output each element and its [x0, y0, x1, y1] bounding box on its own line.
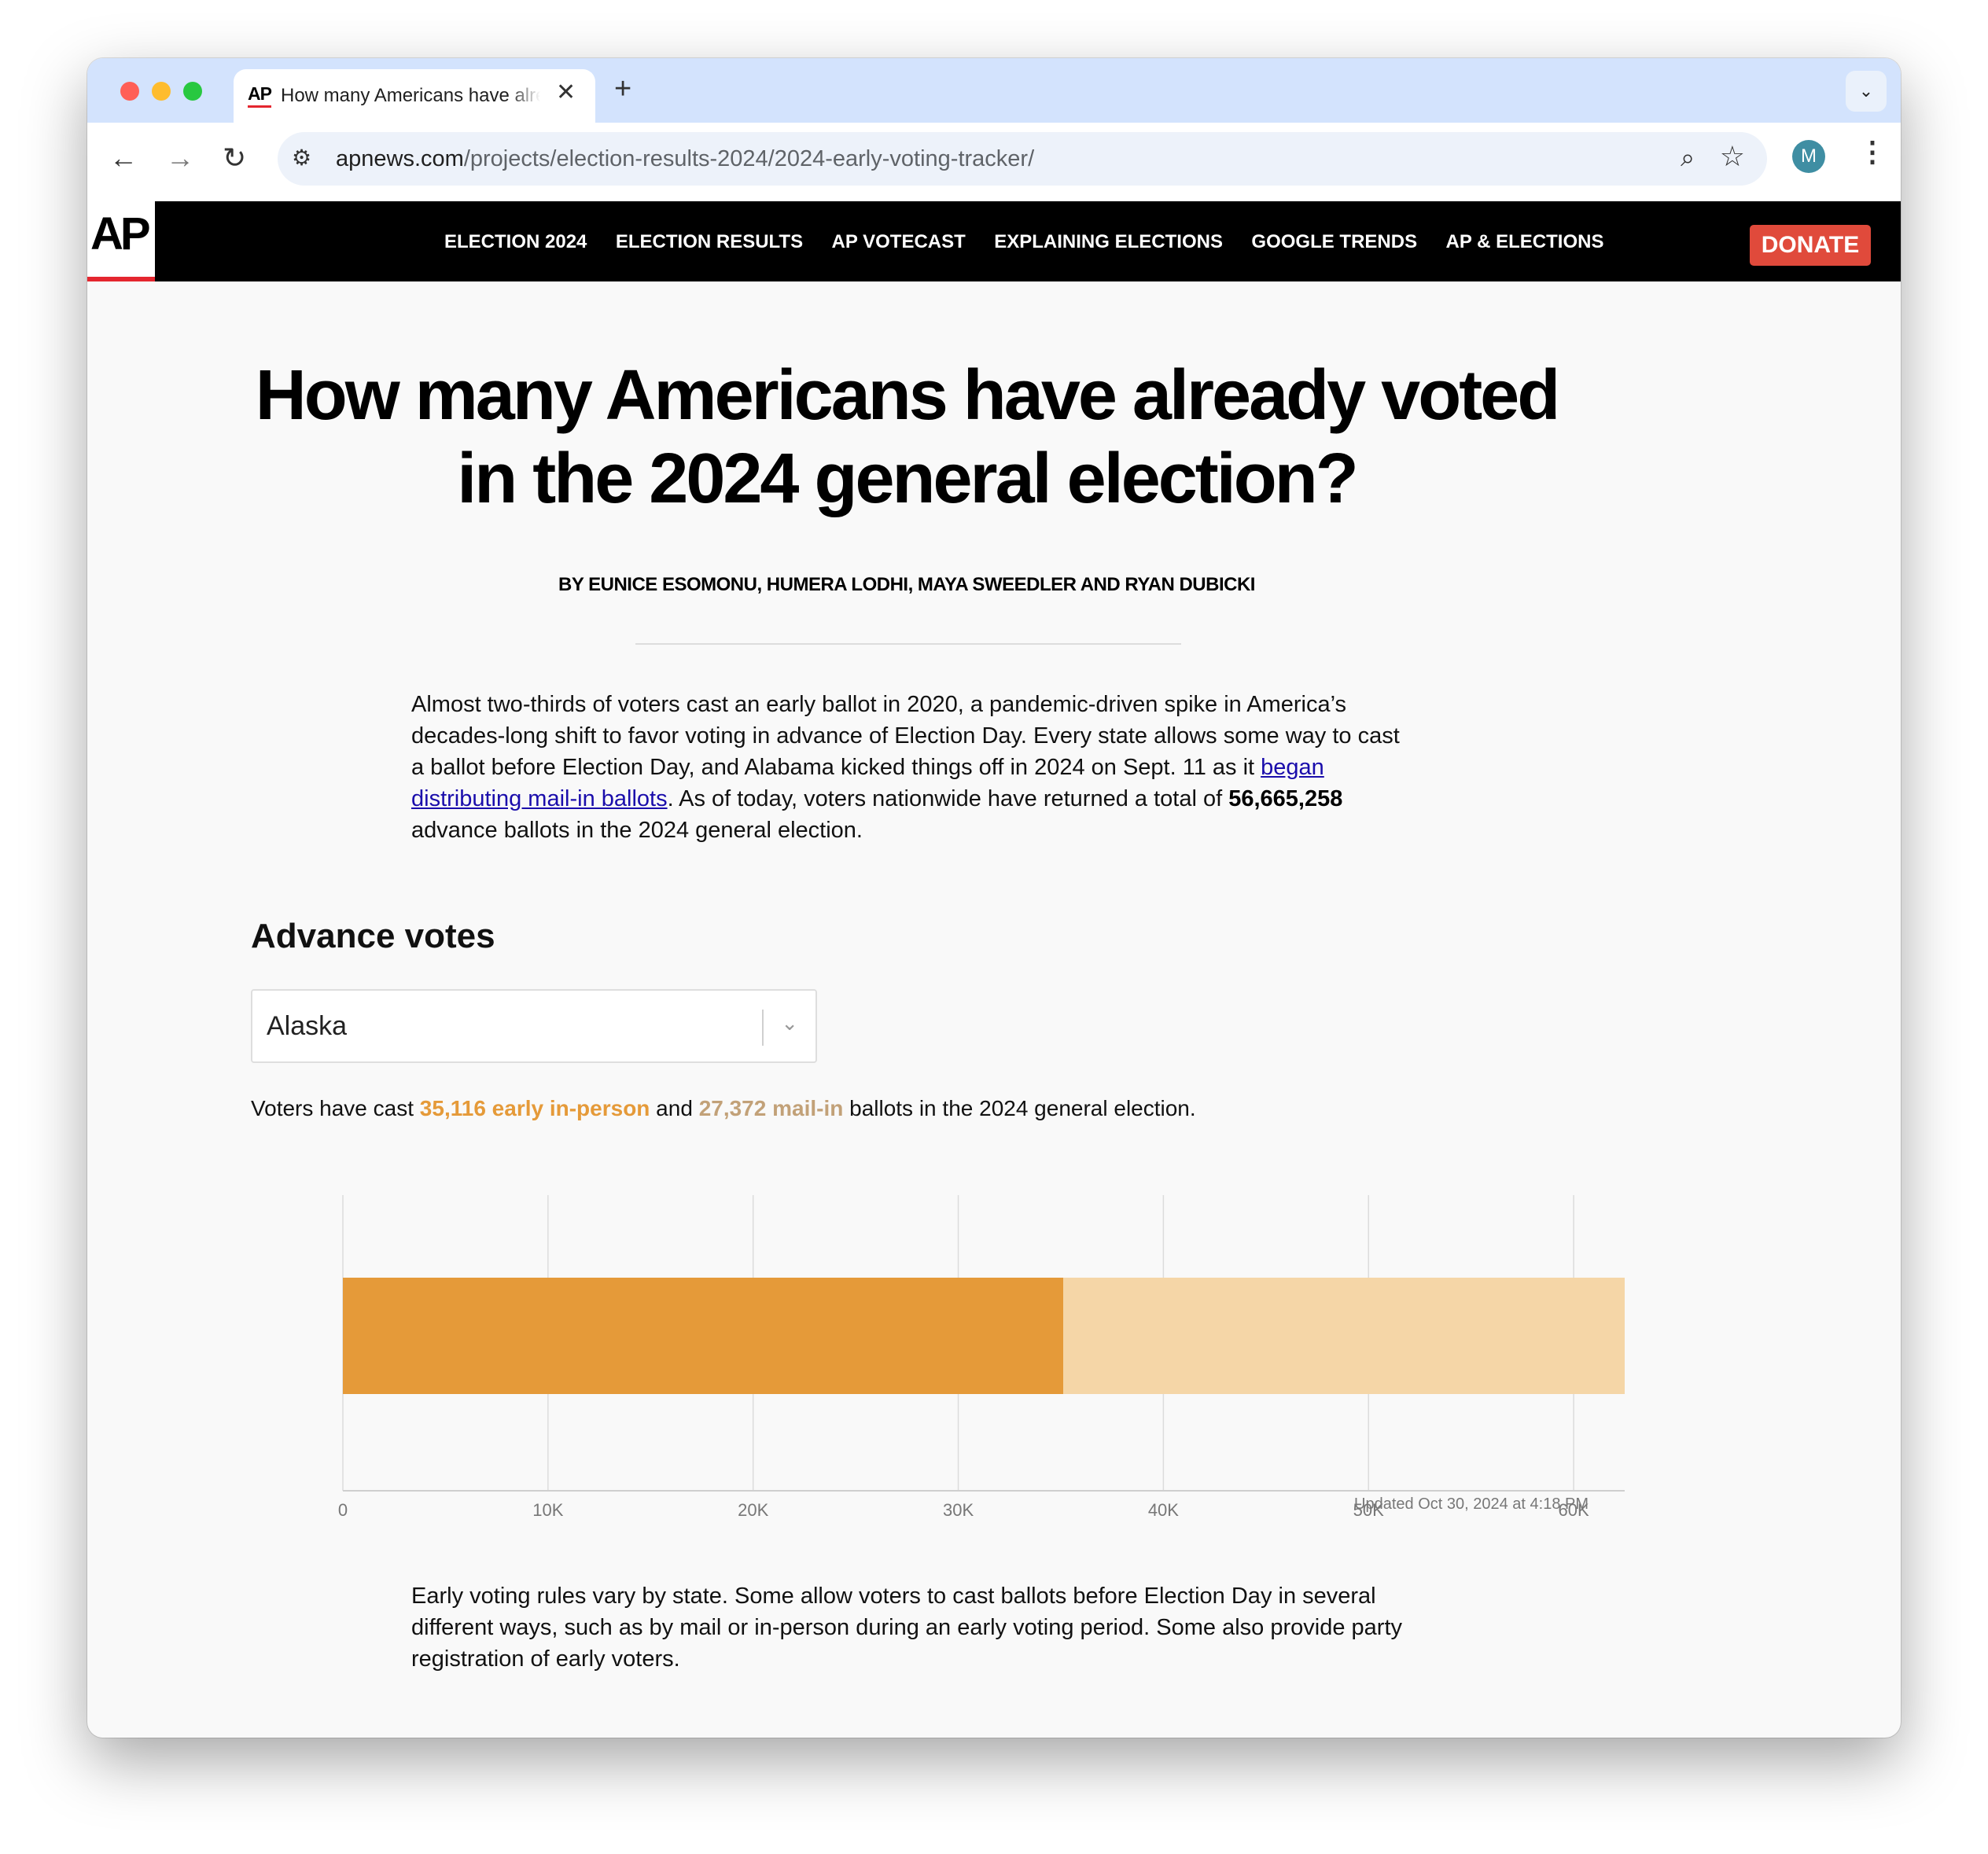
summary-suffix: ballots in the 2024 general election.: [843, 1096, 1196, 1120]
url-text[interactable]: apnews.com/projects/election-results-202…: [336, 146, 1034, 172]
back-arrow-icon[interactable]: ←: [109, 142, 138, 175]
summary-mid: and: [650, 1096, 699, 1120]
tab-search-chevron-icon[interactable]: ⌄: [1846, 71, 1887, 112]
x-tick-label: 0: [338, 1500, 348, 1520]
zoom-icon[interactable]: ⌕: [1681, 143, 1695, 173]
x-tick-label: 20K: [738, 1500, 768, 1520]
nav-links: ELECTION 2024 ELECTION RESULTS AP VOTECA…: [444, 231, 1629, 253]
browser-tab[interactable]: AP How many Americans have already voted…: [234, 69, 595, 123]
tab-strip: AP How many Americans have already voted…: [87, 58, 1901, 123]
url-host: apnews.com: [336, 146, 464, 171]
nav-link-election-2024[interactable]: ELECTION 2024: [444, 231, 587, 253]
maximize-window-button[interactable]: [183, 82, 202, 101]
close-tab-icon[interactable]: ✕: [556, 79, 576, 106]
close-window-button[interactable]: [120, 82, 139, 101]
nav-link-ap-elections[interactable]: AP & ELECTIONS: [1446, 231, 1604, 253]
ballot-summary: Voters have cast 35,116 early in-person …: [251, 1096, 1196, 1121]
summary-inperson: 35,116 early in-person: [419, 1096, 650, 1120]
bar-early-in-person[interactable]: [343, 1278, 1064, 1394]
intro-paragraph: Almost two-thirds of voters cast an earl…: [411, 689, 1402, 846]
profile-avatar[interactable]: M: [1792, 140, 1825, 173]
nav-link-election-results[interactable]: ELECTION RESULTS: [616, 231, 803, 253]
intro-text-3: advance ballots in the 2024 general elec…: [411, 818, 863, 843]
summary-mail: 27,372 mail-in: [698, 1096, 844, 1120]
bar-mail-in[interactable]: [1063, 1278, 1625, 1394]
total-ballots: 56,665,258: [1228, 786, 1343, 811]
browser-toolbar: ← → ↻ ⚙ apnews.com/projects/election-res…: [87, 123, 1901, 203]
url-path: /projects/election-results-2024/2024-ear…: [463, 146, 1035, 171]
donate-button[interactable]: DONATE: [1750, 225, 1871, 266]
site-navigation: AP ELECTION 2024 ELECTION RESULTS AP VOT…: [87, 201, 1901, 281]
address-bar[interactable]: ⚙ apnews.com/projects/election-results-2…: [278, 132, 1767, 186]
summary-prefix: Voters have cast: [251, 1096, 420, 1120]
ap-logo-text: AP: [90, 208, 151, 259]
byline: BY EUNICE ESOMONU, HUMERA LODHI, MAYA SW…: [558, 574, 1255, 595]
more-menu-icon[interactable]: ⋮: [1858, 135, 1887, 168]
bookmark-star-icon[interactable]: ☆: [1720, 140, 1745, 173]
divider: [635, 643, 1181, 645]
tab-title: How many Americans have already voted in…: [281, 85, 540, 106]
state-dropdown[interactable]: Alaska ⌄: [251, 989, 817, 1063]
outro-paragraph: Early voting rules vary by state. Some a…: [411, 1584, 1402, 1672]
chevron-down-icon[interactable]: ⌄: [781, 1011, 798, 1036]
forward-arrow-icon[interactable]: →: [166, 142, 194, 175]
new-tab-button[interactable]: +: [614, 72, 631, 106]
state-dropdown-value: Alaska: [267, 1011, 348, 1041]
updated-timestamp: Updated Oct 30, 2024 at 4:18 PM: [1354, 1495, 1589, 1513]
ap-logo[interactable]: AP: [87, 201, 155, 281]
dropdown-separator: [762, 1010, 764, 1046]
intro-text-2: . As of today, voters nationwide have re…: [667, 786, 1229, 811]
intro-text: Almost two-thirds of voters cast an earl…: [411, 692, 1400, 780]
minimize-window-button[interactable]: [152, 82, 171, 101]
ap-favicon-icon: AP: [248, 83, 272, 108]
x-tick-label: 10K: [532, 1500, 563, 1520]
site-info-icon[interactable]: ⚙: [292, 145, 311, 171]
reload-icon[interactable]: ↻: [223, 142, 246, 175]
x-tick-label: 30K: [943, 1500, 974, 1520]
nav-link-explaining-elections[interactable]: EXPLAINING ELECTIONS: [994, 231, 1223, 253]
advance-votes-chart: 0 10K 20K 30K 40K 50K 60K: [338, 1195, 1625, 1520]
nav-link-google-trends[interactable]: GOOGLE TRENDS: [1251, 231, 1417, 253]
nav-link-ap-votecast[interactable]: AP VOTECAST: [832, 231, 966, 253]
page-title: How many Americans have already voted in…: [255, 356, 1560, 518]
x-tick-label: 40K: [1148, 1500, 1179, 1520]
section-title: Advance votes: [251, 917, 495, 955]
